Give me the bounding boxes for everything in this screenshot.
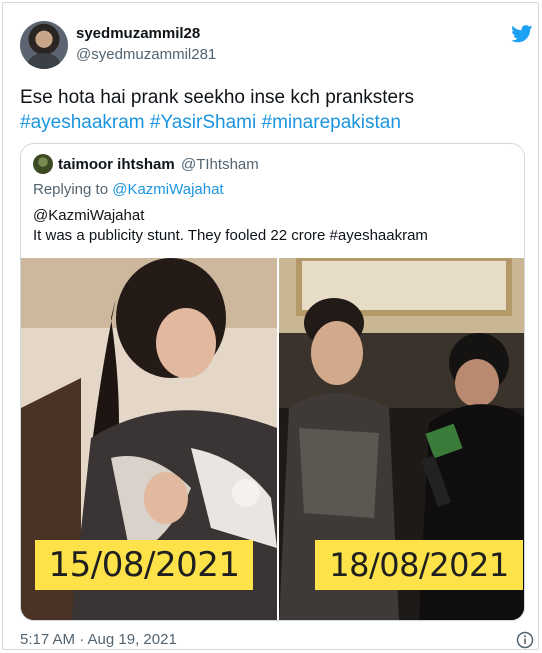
replying-mention-link[interactable]: @KazmiWajahat [112,181,223,198]
replying-prefix: Replying to [33,181,109,198]
author-avatar[interactable] [20,21,68,69]
tweet-body-line: Ese hota hai prank seekho inse kch prank… [20,87,414,108]
quoted-author-name[interactable]: taimoor ihtsham [58,156,175,173]
replying-to-line: Replying to @KazmiWajahat [33,181,224,198]
date-label-left: 15/08/2021 [35,540,253,590]
hashtag-link[interactable]: #minarepakistan [262,112,401,133]
twitter-bird-icon[interactable] [511,25,533,43]
date-label-right: 18/08/2021 [315,540,523,590]
tweet-timestamp[interactable]: 5:17 AM · Aug 19, 2021 [20,631,177,648]
tweet-card: syedmuzammil28 @syedmuzammil281 Ese hota… [2,2,539,650]
hashtag-link[interactable]: #ayeshaakram [20,112,150,133]
quoted-author-handle[interactable]: @TIhtsham [181,156,259,173]
quoted-body-line2: It was a publicity stunt. They fooled 22… [33,227,428,244]
tweet-text: Ese hota hai prank seekho inse kch prank… [20,85,525,135]
quoted-author-avatar[interactable] [33,154,53,174]
hashtag-link[interactable]: #YasirShami [150,112,262,133]
author-display-name[interactable]: syedmuzammil28 [76,25,200,42]
quoted-tweet-text: @KazmiWajahat It was a publicity stunt. … [33,206,513,246]
tweet-hashtags: #ayeshaakram #YasirShami #minarepakistan [20,110,525,135]
author-handle[interactable]: @syedmuzammil281 [76,46,216,63]
quoted-body-line1: @KazmiWajahat [33,207,145,224]
info-icon[interactable] [516,631,534,649]
quoted-tweet[interactable]: taimoor ihtsham @TIhtsham Replying to @K… [20,143,525,621]
